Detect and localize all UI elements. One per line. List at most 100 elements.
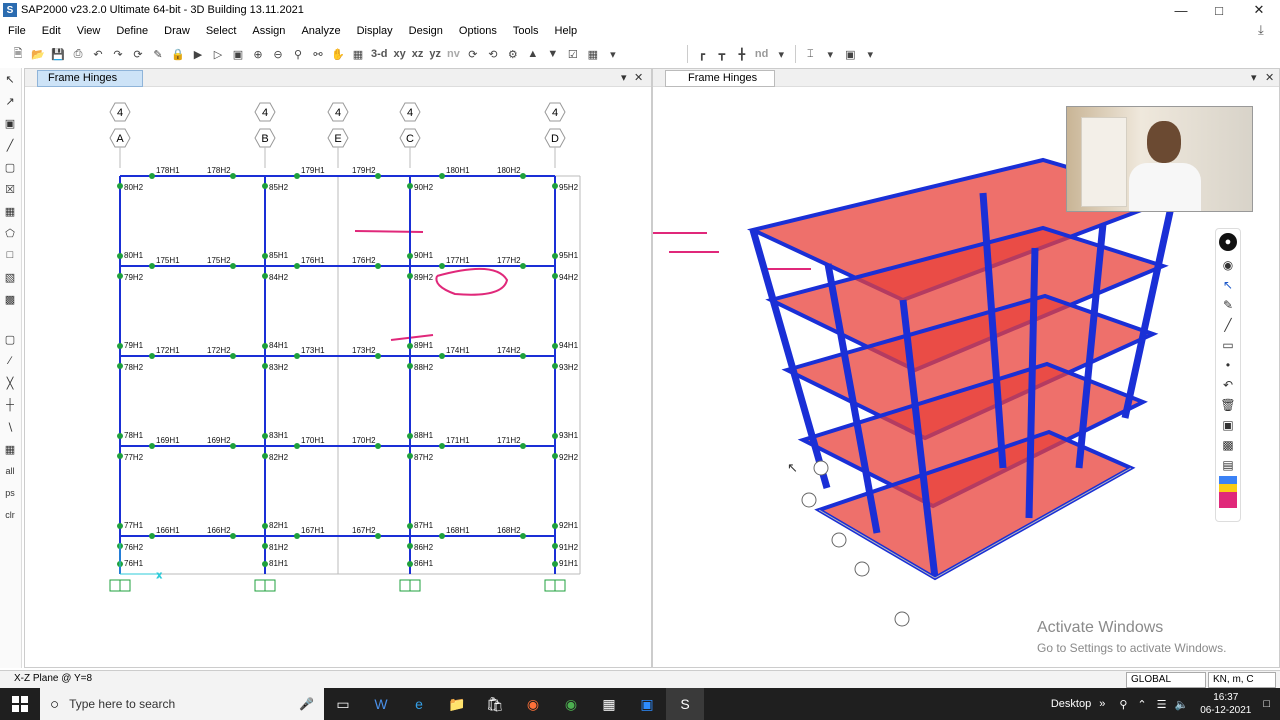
display-dropdown-icon[interactable]: ▾ [603, 44, 623, 64]
palette-dot-icon[interactable]: • [1216, 355, 1240, 375]
network-icon[interactable]: ⚲ [1119, 698, 1127, 711]
snap-perp-icon[interactable]: ┼ [0, 394, 20, 416]
undo-icon[interactable]: ↶ [88, 44, 108, 64]
palette-screenshot-icon[interactable]: ▩ [1216, 435, 1240, 455]
snap-grid-icon[interactable]: ▦ [0, 438, 20, 460]
sap2000-taskbar-icon[interactable]: S [666, 688, 704, 720]
task-view-icon[interactable]: ▭ [324, 688, 362, 720]
tab-frame-hinges-right[interactable]: Frame Hinges [665, 70, 775, 87]
run-step-icon[interactable]: ▷ [208, 44, 228, 64]
refresh-icon[interactable]: ⟳ [128, 44, 148, 64]
clear-selection-icon[interactable]: clr [0, 504, 20, 526]
draw-solid-icon[interactable]: ▩ [0, 288, 20, 310]
snap-lines-icon[interactable]: ∖ [0, 416, 20, 438]
run-analysis-icon[interactable]: ▶ [188, 44, 208, 64]
zoom-restore-icon[interactable]: ⚲ [288, 44, 308, 64]
draw-frame-icon[interactable]: ┏ [692, 44, 712, 64]
draw-cross-icon[interactable]: ☒ [0, 178, 20, 200]
palette-color-swatch[interactable] [1216, 475, 1240, 509]
menu-analyze[interactable]: Analyze [293, 25, 348, 37]
notification-icon[interactable]: □ [1263, 698, 1270, 710]
palette-pin-icon[interactable]: ● [1216, 229, 1240, 255]
rotate-left-icon[interactable]: ⟲ [483, 44, 503, 64]
menu-view[interactable]: View [69, 25, 109, 37]
wifi-icon[interactable]: ☰ [1157, 698, 1167, 711]
view-3d-button[interactable]: 3-d [368, 44, 391, 64]
view-xz-button[interactable]: xz [409, 44, 427, 64]
draw-rect-area-icon[interactable]: □ [0, 244, 20, 266]
rotate-icon[interactable]: ⟳ [463, 44, 483, 64]
open-icon[interactable]: 📂 [28, 44, 48, 64]
microphone-icon[interactable]: 🎤 [299, 697, 314, 711]
palette-trash-icon[interactable]: 🗑 [1216, 395, 1240, 415]
palette-line-icon[interactable]: ╱ [1216, 315, 1240, 335]
dropdown-arrow-icon[interactable]: ▾ [771, 44, 791, 64]
minimize-button[interactable]: — [1162, 0, 1200, 20]
dropdown-arrow-icon[interactable]: ▾ [820, 44, 840, 64]
perspective-icon[interactable]: ⚙ [503, 44, 523, 64]
draw-poly-area-icon[interactable]: ⬠ [0, 222, 20, 244]
word-app-icon[interactable]: W [362, 688, 400, 720]
view-yz-button[interactable]: yz [426, 44, 444, 64]
palette-eye-icon[interactable]: ◉ [1216, 255, 1240, 275]
elevation-canvas[interactable]: 4 A 4 B 4 E 4 C 4 D 178H1 178H2 179H1 17… [25, 88, 651, 668]
firefox-icon[interactable]: ◉ [514, 688, 552, 720]
save-icon[interactable]: 💾 [48, 44, 68, 64]
file-explorer-icon[interactable]: 📁 [438, 688, 476, 720]
pane-close-icon[interactable]: ✕ [634, 71, 643, 84]
zoom-in-icon[interactable]: ⊕ [248, 44, 268, 64]
assign-to-group-icon[interactable]: ▦ [583, 44, 603, 64]
clock[interactable]: 16:37 06-12-2021 [1200, 691, 1251, 717]
lock-icon[interactable]: 🔒 [168, 44, 188, 64]
move-down-icon[interactable]: ▼ [543, 44, 563, 64]
menu-edit[interactable]: Edit [34, 25, 69, 37]
speaker-icon[interactable]: 🔈 [1174, 698, 1188, 711]
edge-browser-icon[interactable]: e [400, 688, 438, 720]
draw-quick-area-icon[interactable]: ▧ [0, 266, 20, 288]
menu-file[interactable]: File [0, 25, 34, 37]
snap-ends-icon[interactable]: ∕ [0, 350, 20, 372]
zoom-app-icon[interactable]: ▣ [628, 688, 666, 720]
menu-options[interactable]: Options [451, 25, 505, 37]
draw-line-icon[interactable]: ╱ [0, 134, 20, 156]
menu-tools[interactable]: Tools [505, 25, 547, 37]
section-icon[interactable]: ⌶ [800, 44, 820, 64]
coord-system-select[interactable]: GLOBAL [1126, 672, 1206, 688]
palette-clipboard-icon[interactable]: ▤ [1216, 455, 1240, 475]
snap-intersect-icon[interactable]: ╳ [0, 372, 20, 394]
menu-select[interactable]: Select [198, 25, 245, 37]
taskbar-search-box[interactable]: ○ Type here to search 🎤 [40, 688, 324, 720]
draw-frame3-icon[interactable]: ╋ [732, 44, 752, 64]
set-display-options-icon[interactable]: ☑ [563, 44, 583, 64]
draw-grid-icon[interactable]: ▦ [0, 200, 20, 222]
download-icon[interactable]: ⤓ [1258, 22, 1274, 40]
palette-camera-icon[interactable]: ▣ [1216, 415, 1240, 435]
toolbar-nd-label[interactable]: nd [752, 44, 771, 64]
palette-pointer-icon[interactable]: ↖ [1216, 275, 1240, 295]
palette-pen-icon[interactable]: ✎ [1216, 295, 1240, 315]
chrome-icon[interactable]: ◉ [552, 688, 590, 720]
draw-frame2-icon[interactable]: ┳ [712, 44, 732, 64]
zoom-fit-icon[interactable]: ⚯ [308, 44, 328, 64]
reshape-icon[interactable]: ↗ [0, 90, 20, 112]
desktop-label[interactable]: Desktop [1051, 698, 1091, 710]
palette-eraser-icon[interactable]: ▭ [1216, 335, 1240, 355]
print-icon[interactable]: ⎙ [68, 44, 88, 64]
rubber-band-icon[interactable]: ▦ [348, 44, 368, 64]
pane-dropdown-icon[interactable]: ▾ [1251, 71, 1257, 84]
snap-points-icon[interactable]: ▢ [0, 328, 20, 350]
store-icon[interactable]: 🛍 [476, 688, 514, 720]
draw-brace-icon[interactable]: ▢ [0, 156, 20, 178]
menu-assign[interactable]: Assign [244, 25, 293, 37]
windows-start-icon[interactable] [0, 688, 40, 720]
menu-draw[interactable]: Draw [156, 25, 198, 37]
calculator-icon[interactable]: ▦ [590, 688, 628, 720]
redo-icon[interactable]: ↷ [108, 44, 128, 64]
zoom-window-icon[interactable]: ▣ [228, 44, 248, 64]
pointer-icon[interactable]: ↖ [0, 68, 20, 90]
pane-dropdown-icon[interactable]: ▾ [621, 71, 627, 84]
tab-frame-hinges-left[interactable]: Frame Hinges [37, 70, 143, 87]
close-button[interactable]: ✕ [1240, 0, 1278, 20]
palette-undo-icon[interactable]: ↶ [1216, 375, 1240, 395]
menu-define[interactable]: Define [108, 25, 156, 37]
